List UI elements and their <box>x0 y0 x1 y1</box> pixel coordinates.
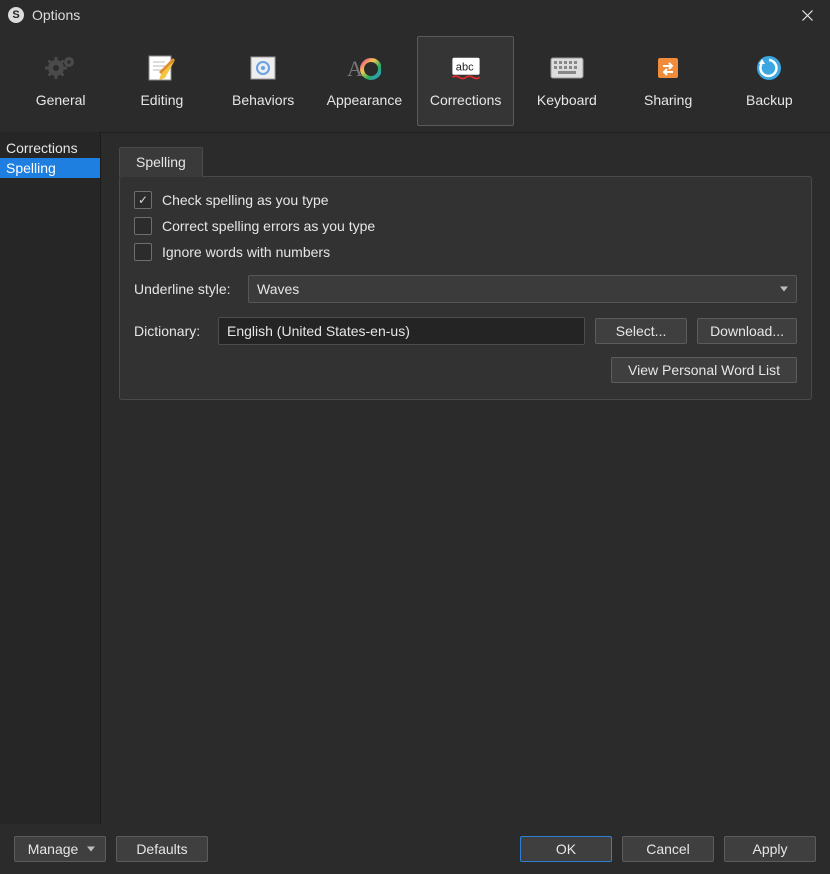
manage-button[interactable]: Manage <box>14 836 106 862</box>
behaviors-icon <box>246 54 280 82</box>
dictionary-field[interactable]: English (United States-en-us) <box>218 317 585 345</box>
footer: Manage Defaults OK Cancel Apply <box>0 824 830 874</box>
gears-icon <box>44 54 78 82</box>
dictionary-value: English (United States-en-us) <box>227 323 410 339</box>
cancel-button[interactable]: Cancel <box>622 836 714 862</box>
toolbar-item-label: Editing <box>140 92 183 108</box>
toolbar-item-label: Backup <box>746 92 793 108</box>
correct-spelling-label[interactable]: Correct spelling errors as you type <box>162 218 375 234</box>
toolbar-item-corrections[interactable]: abc Corrections <box>417 36 514 126</box>
underline-style-select[interactable]: Waves <box>248 275 797 303</box>
apply-button[interactable]: Apply <box>724 836 816 862</box>
view-personal-word-list-button[interactable]: View Personal Word List <box>611 357 797 383</box>
spelling-panel: Check spelling as you type Correct spell… <box>119 176 812 400</box>
toolbar-item-label: Behaviors <box>232 92 294 108</box>
corrections-icon: abc <box>449 54 483 82</box>
dictionary-label: Dictionary: <box>134 323 208 339</box>
toolbar-item-general[interactable]: General <box>12 36 109 126</box>
toolbar-item-editing[interactable]: Editing <box>113 36 210 126</box>
underline-style-label: Underline style: <box>134 281 238 297</box>
title-bar: S Options <box>0 0 830 30</box>
toolbar-item-keyboard[interactable]: Keyboard <box>518 36 615 126</box>
defaults-button[interactable]: Defaults <box>116 836 208 862</box>
sharing-icon <box>651 54 685 82</box>
app-icon: S <box>8 7 24 23</box>
ok-button[interactable]: OK <box>520 836 612 862</box>
tab-spelling[interactable]: Spelling <box>119 147 203 177</box>
toolbar-item-label: Corrections <box>430 92 502 108</box>
sidebar-item-spelling[interactable]: Spelling <box>0 158 100 178</box>
ignore-numbers-label[interactable]: Ignore words with numbers <box>162 244 330 260</box>
close-icon <box>802 10 813 21</box>
ignore-numbers-checkbox[interactable] <box>134 243 152 261</box>
chevron-down-icon <box>780 287 788 292</box>
svg-text:abc: abc <box>455 62 473 74</box>
select-dictionary-button[interactable]: Select... <box>595 318 687 344</box>
toolbar-item-appearance[interactable]: A Appearance <box>316 36 413 126</box>
toolbar-item-backup[interactable]: Backup <box>721 36 818 126</box>
appearance-icon: A <box>347 54 381 82</box>
check-spelling-label[interactable]: Check spelling as you type <box>162 192 329 208</box>
sidebar-item-corrections[interactable]: Corrections <box>0 138 100 158</box>
toolbar-item-label: General <box>36 92 86 108</box>
toolbar-item-label: Keyboard <box>537 92 597 108</box>
toolbar-item-behaviors[interactable]: Behaviors <box>215 36 312 126</box>
toolbar-item-sharing[interactable]: Sharing <box>620 36 717 126</box>
sidebar: Corrections Spelling <box>0 132 101 824</box>
window-title: Options <box>32 7 80 23</box>
download-dictionary-button[interactable]: Download... <box>697 318 797 344</box>
toolbar-item-label: Appearance <box>327 92 403 108</box>
check-spelling-checkbox[interactable] <box>134 191 152 209</box>
editing-icon <box>145 54 179 82</box>
close-button[interactable] <box>784 0 830 30</box>
keyboard-icon <box>550 54 584 82</box>
correct-spelling-checkbox[interactable] <box>134 217 152 235</box>
toolbar-item-label: Sharing <box>644 92 692 108</box>
content-area: Spelling Check spelling as you type Corr… <box>101 132 830 824</box>
underline-style-value: Waves <box>257 281 299 297</box>
backup-icon <box>752 54 786 82</box>
category-toolbar: General Editing Behaviors <box>0 30 830 133</box>
